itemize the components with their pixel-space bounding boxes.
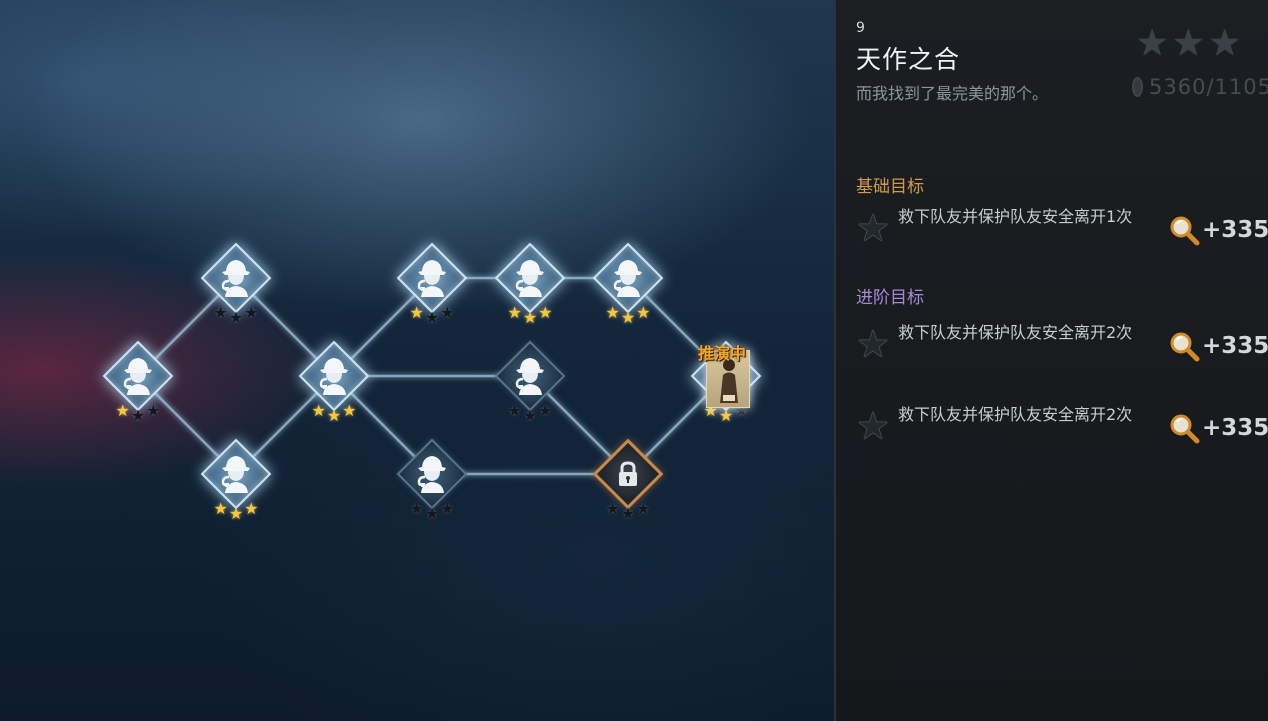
star-icon: ★: [1172, 23, 1205, 64]
detective-icon: [511, 257, 549, 299]
stage-node-e1[interactable]: ★ ★ ★: [590, 242, 666, 339]
stage-node-d1[interactable]: ★ ★ ★: [492, 242, 568, 339]
star-icon: ★: [507, 401, 522, 420]
star-icon: ★: [342, 401, 357, 420]
stage-title: 天作之合: [856, 45, 961, 74]
star-icon: ★: [130, 406, 146, 425]
reward-value: +335: [1202, 333, 1268, 359]
node-star-rating: ★ ★ ★: [394, 501, 470, 523]
star-icon: ★: [636, 303, 651, 322]
objective-text: 救下队友并保护队友安全离开1次: [898, 207, 1133, 226]
coin-icon: [1132, 77, 1144, 97]
magnifier-icon: [1170, 332, 1200, 362]
detective-icon: [413, 453, 451, 495]
detective-icon: [315, 355, 353, 397]
objective-item: ★ 救下队友并保护队友安全离开1次 +335: [856, 206, 1268, 258]
stage-subtitle: 而我找到了最完美的那个。: [856, 84, 1049, 103]
node-star-rating: ★ ★ ★: [590, 501, 666, 523]
star-icon: ★: [440, 303, 455, 322]
star-icon: ★: [213, 303, 228, 322]
stage-node-c2[interactable]: ★ ★ ★: [394, 438, 470, 535]
star-icon: ★: [538, 303, 553, 322]
objective-text: 救下队友并保护队友安全离开2次: [898, 323, 1133, 342]
node-star-rating: ★ ★ ★: [394, 305, 470, 327]
detective-icon: [217, 257, 255, 299]
stage-node-d2[interactable]: ★ ★ ★: [492, 340, 568, 437]
star-icon: ★: [424, 504, 440, 523]
detective-icon: [217, 453, 255, 495]
lock-icon: [619, 461, 637, 486]
star-outline-icon: ★: [856, 404, 891, 448]
star-icon: ★: [522, 406, 538, 425]
objective-item: ★ 救下队友并保护队友安全离开2次 +335: [856, 322, 1268, 374]
node-star-rating: ★ ★ ★: [492, 403, 568, 425]
detective-icon: [511, 355, 549, 397]
node-star-rating: ★ ★ ★: [492, 305, 568, 327]
objective-reward: +335: [1168, 412, 1268, 444]
detective-icon: [413, 257, 451, 299]
magnifier-icon: [1170, 216, 1200, 246]
detective-icon: [609, 257, 647, 299]
node-star-rating: ★ ★ ★: [296, 403, 372, 425]
reward-value: +335: [1202, 415, 1268, 441]
stage-info-panel: 9 天作之合 而我找到了最完美的那个。 ★ ★ ★ 5360/1105 基础目标…: [834, 0, 1268, 721]
stage-rating-stars: ★ ★ ★: [1136, 24, 1241, 64]
star-icon: ★: [424, 308, 440, 327]
objective-reward: +335: [1168, 214, 1268, 246]
current-stage-badge: 推演中: [698, 344, 747, 363]
star-icon: ★: [620, 504, 636, 523]
magnifier-icon: [1170, 414, 1200, 444]
node-star-rating: ★ ★ ★: [590, 305, 666, 327]
star-icon: ★: [146, 401, 161, 420]
star-icon: ★: [326, 406, 342, 425]
stage-map: ★ ★ ★ ★ ★ ★ ★ ★ ★ ★ ★ ★ ★ ★ ★ ★ ★ ★ ★ ★ …: [0, 0, 834, 721]
basic-objectives-label: 基础目标: [856, 177, 924, 197]
objective-reward: +335: [1168, 330, 1268, 362]
star-icon: ★: [440, 499, 455, 518]
star-icon: ★: [228, 504, 244, 523]
reward-value: +335: [1202, 217, 1268, 243]
star-icon: ★: [538, 401, 553, 420]
score-display: 5360/1105: [1132, 72, 1268, 102]
star-icon: ★: [1136, 23, 1169, 64]
score-text: 5360/1105: [1149, 75, 1268, 99]
advanced-objectives-label: 进阶目标: [856, 288, 924, 308]
star-icon: ★: [620, 308, 636, 327]
star-icon: ★: [605, 499, 620, 518]
stage-node-a1[interactable]: ★ ★ ★: [198, 242, 274, 339]
star-icon: ★: [311, 401, 326, 420]
star-outline-icon: ★: [856, 206, 891, 250]
star-icon: ★: [636, 499, 651, 518]
node-star-rating: ★ ★ ★: [198, 305, 274, 327]
star-icon: ★: [1208, 23, 1241, 64]
star-icon: ★: [228, 308, 244, 327]
stage-node-c1[interactable]: ★ ★ ★: [394, 242, 470, 339]
star-icon: ★: [115, 401, 130, 420]
node-star-rating: ★ ★ ★: [100, 403, 176, 425]
star-icon: ★: [244, 499, 259, 518]
star-icon: ★: [244, 303, 259, 322]
star-icon: ★: [522, 308, 538, 327]
star-icon: ★: [213, 499, 228, 518]
detective-icon: [119, 355, 157, 397]
objective-text: 救下队友并保护队友安全离开2次: [898, 405, 1133, 424]
objective-item: ★ 救下队友并保护队友安全离开2次 +335: [856, 404, 1268, 456]
node-star-rating: ★ ★ ★: [198, 501, 274, 523]
star-icon: ★: [409, 499, 424, 518]
stage-node-a3[interactable]: ★ ★ ★: [198, 438, 274, 535]
level-number: 9: [856, 20, 865, 36]
star-icon: ★: [718, 406, 734, 425]
star-icon: ★: [605, 303, 620, 322]
star-icon: ★: [409, 303, 424, 322]
stage-node-e2[interactable]: ★ ★ ★: [590, 438, 666, 535]
stage-node-b1[interactable]: ★ ★ ★: [296, 340, 372, 437]
stage-node-a2[interactable]: ★ ★ ★: [100, 340, 176, 437]
star-outline-icon: ★: [856, 322, 891, 366]
star-icon: ★: [507, 303, 522, 322]
